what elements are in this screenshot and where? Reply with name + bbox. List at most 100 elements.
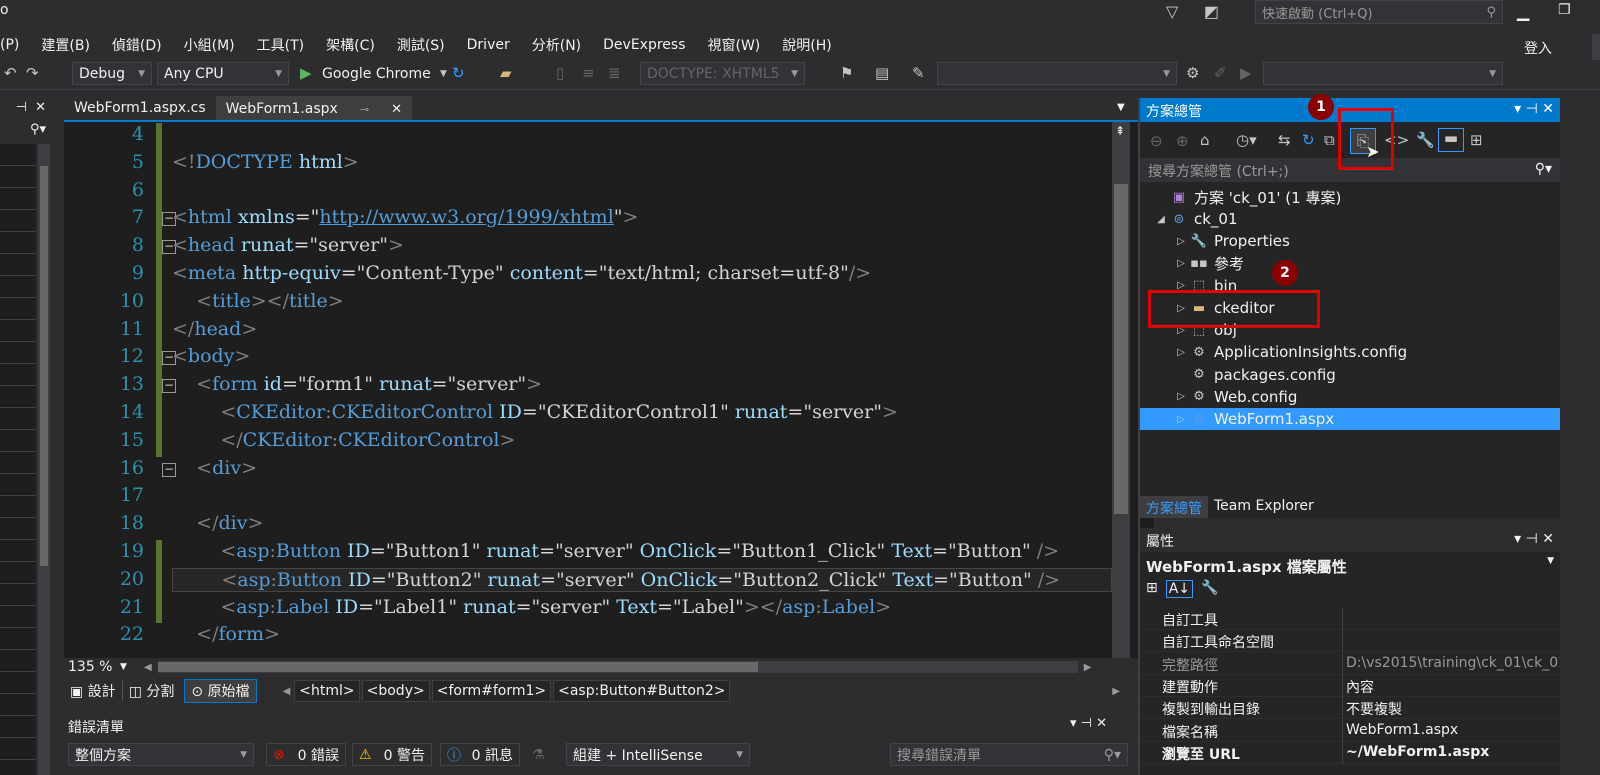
list-item[interactable] xyxy=(0,210,36,232)
list-item[interactable] xyxy=(0,518,36,540)
doctype-dropdown[interactable]: DOCTYPE: XHTML5 ▼ xyxy=(640,62,805,85)
list-item[interactable] xyxy=(0,144,36,166)
split-view-button[interactable]: ◫ 分割 xyxy=(121,681,181,701)
menu-item[interactable]: 測試(S) xyxy=(386,35,456,55)
scroll-right-icon[interactable]: ▶ xyxy=(1084,662,1092,673)
back-icon[interactable]: ⊖ xyxy=(1150,132,1163,150)
play-icon[interactable]: ▶ xyxy=(1240,64,1252,82)
tab-team-explorer[interactable]: Team Explorer xyxy=(1208,496,1320,518)
menu-item[interactable]: 說明(H) xyxy=(771,35,842,55)
preview-icon[interactable]: ▬ xyxy=(1438,128,1464,152)
undo-icon[interactable]: ↶ xyxy=(4,64,17,82)
list-item[interactable] xyxy=(0,276,36,298)
chevron-down-icon[interactable]: ▼ xyxy=(120,662,144,672)
sync-icon[interactable]: ⇆ xyxy=(1278,131,1291,149)
panel-controls-icon[interactable]: ▾ ⊣ ✕ xyxy=(1514,531,1554,549)
categorized-icon[interactable]: ⊞ xyxy=(1146,580,1158,598)
code-editor[interactable]: 4 5 6 7 8 9 10 11 12 13 14 15 16 17 18 19 20 21 22 <!DOCTY… xyxy=(64,122,1154,658)
scroll-thumb[interactable] xyxy=(1114,184,1128,514)
expand-icon[interactable]: ▷ xyxy=(1174,236,1188,247)
browser-label[interactable]: Google Chrome xyxy=(322,66,431,82)
tab-solution-explorer[interactable]: 方案總管 xyxy=(1140,496,1208,518)
code-line[interactable]: <!DOCTYPE html> xyxy=(172,151,359,173)
property-row[interactable]: 自訂工具命名空間 xyxy=(1140,630,1560,653)
minimize-icon[interactable]: ▁ xyxy=(1517,2,1529,21)
home-icon[interactable]: ⌂ xyxy=(1200,131,1210,149)
configuration-dropdown[interactable]: Debug ▼ xyxy=(72,62,152,85)
class-diagram-icon[interactable]: ⊞ xyxy=(1470,131,1483,149)
left-scrollbar[interactable] xyxy=(38,144,50,775)
property-row[interactable]: 建置動作 內容 xyxy=(1140,674,1560,697)
tree-item[interactable]: ▷ ⚙ Web.config xyxy=(1140,386,1560,408)
tree-item[interactable]: ▷ ▪▪ 參考 xyxy=(1140,253,1560,275)
split-icon[interactable]: ⇞ xyxy=(1115,124,1125,138)
list-item[interactable] xyxy=(0,562,36,584)
list-item[interactable] xyxy=(0,606,36,628)
code-line[interactable]: <meta http-equiv="Content-Type" content=… xyxy=(172,262,871,284)
tree-item[interactable]: ▷ ⚙ ApplicationInsights.config xyxy=(1140,341,1560,363)
code-line[interactable]: </CKEditor:CKEditorControl> xyxy=(172,429,515,451)
property-row[interactable]: 自訂工具 xyxy=(1140,608,1560,630)
property-pages-icon[interactable]: 🔧 xyxy=(1201,580,1218,598)
menu-item[interactable]: 架構(C) xyxy=(315,35,386,55)
expand-icon[interactable]: ▷ xyxy=(1174,258,1188,269)
format-icon[interactable]: ≡ xyxy=(582,64,595,82)
list-item[interactable] xyxy=(0,540,36,562)
sign-in-link[interactable]: 登入 xyxy=(1524,38,1552,58)
code-line[interactable]: <body> xyxy=(172,345,250,367)
menu-item[interactable]: 偵錯(D) xyxy=(101,35,173,55)
pin-icon[interactable]: ⊸ xyxy=(360,103,369,116)
panel-controls-icon[interactable]: ▾ ⊣ ✕ xyxy=(1514,101,1554,119)
code-line[interactable]: <asp:Label ID="Label1" runat="server" Te… xyxy=(172,596,891,618)
restore-icon[interactable]: ❐ xyxy=(1558,2,1571,18)
property-row[interactable]: 完整路徑 D:\vs2015\training\ck_01\ck_01 xyxy=(1140,652,1560,675)
search-target-dropdown[interactable]: ▼ xyxy=(1263,62,1503,85)
scroll-left-icon[interactable]: ◀ xyxy=(144,662,152,673)
code-line[interactable]: </head> xyxy=(172,318,257,340)
list-item[interactable] xyxy=(0,408,36,430)
source-view-button[interactable]: ⊙ 原始檔 xyxy=(184,679,257,703)
filter-icon[interactable]: ▽ xyxy=(1166,2,1178,21)
property-value[interactable]: D:\vs2015\training\ck_01\ck_01 xyxy=(1346,655,1560,671)
menu-item[interactable]: 小組(M) xyxy=(173,35,246,55)
code-line[interactable]: <CKEditor:CKEditorControl ID="CKEditorCo… xyxy=(172,401,898,423)
messages-filter-button[interactable]: ⓘ 0 訊息 xyxy=(440,743,520,766)
git-icon[interactable]: ⚙ xyxy=(1186,64,1199,82)
list-item[interactable] xyxy=(0,650,36,672)
property-value[interactable]: WebForm1.aspx xyxy=(1346,722,1560,738)
tree-item[interactable]: ▷ ◎ WebForm1.aspx xyxy=(1140,408,1560,430)
list-item[interactable] xyxy=(0,430,36,452)
property-value[interactable]: ~/WebForm1.aspx xyxy=(1346,744,1560,760)
start-debug-icon[interactable]: ▶ xyxy=(300,64,312,82)
errors-filter-button[interactable]: ⊗ 0 錯誤 xyxy=(266,743,346,766)
code-line[interactable]: <html xmlns="http://www.w3.org/1999/xhtm… xyxy=(172,206,638,228)
alphabetical-icon[interactable]: A↓ xyxy=(1165,580,1194,598)
quick-launch-input[interactable]: 快速啟動 (Ctrl+Q) ⚲ xyxy=(1255,0,1503,24)
warnings-filter-button[interactable]: ⚠ 0 警告 xyxy=(352,743,432,766)
menu-item[interactable]: 建置(B) xyxy=(30,35,101,55)
tab-webform1-aspx-cs[interactable]: WebForm1.aspx.cs xyxy=(64,96,216,122)
zoom-level[interactable]: 135 % xyxy=(64,659,120,675)
comment-icon[interactable]: ▤ xyxy=(875,64,889,82)
feedback-icon[interactable]: ◩ xyxy=(1204,2,1219,21)
list-item[interactable] xyxy=(0,496,36,518)
design-view-button[interactable]: ▣ 設計 xyxy=(64,681,122,701)
property-row[interactable]: 複製到輸出目錄 不要複製 xyxy=(1140,697,1560,720)
pen-icon[interactable]: ✐ xyxy=(1214,64,1227,82)
tab-webform1-aspx[interactable]: WebForm1.aspx ⊸ ✕ xyxy=(215,96,412,122)
platform-dropdown[interactable]: Any CPU ▼ xyxy=(157,62,289,85)
tree-item[interactable]: ◢ ⊜ ck_01 xyxy=(1140,208,1560,230)
list-item[interactable] xyxy=(0,342,36,364)
editor-vertical-scrollbar[interactable]: ⇞ xyxy=(1112,122,1130,658)
chevron-down-icon[interactable]: ▼ xyxy=(440,69,447,79)
open-folder-icon[interactable]: ▰ xyxy=(500,64,512,82)
list-item[interactable] xyxy=(0,628,36,650)
list-item[interactable] xyxy=(0,694,36,716)
panel-menu-icon[interactable]: ▾ ⊣ ✕ xyxy=(1070,716,1107,731)
outline-icon[interactable]: ≣ xyxy=(608,64,621,82)
list-item[interactable] xyxy=(0,738,36,760)
list-item[interactable] xyxy=(0,452,36,474)
code-line[interactable]: <asp:Button ID="Button1" runat="server" … xyxy=(172,540,1059,562)
breadcrumb-form[interactable]: <form#form1> xyxy=(431,680,552,702)
expand-icon[interactable]: ▷ xyxy=(1174,347,1188,358)
